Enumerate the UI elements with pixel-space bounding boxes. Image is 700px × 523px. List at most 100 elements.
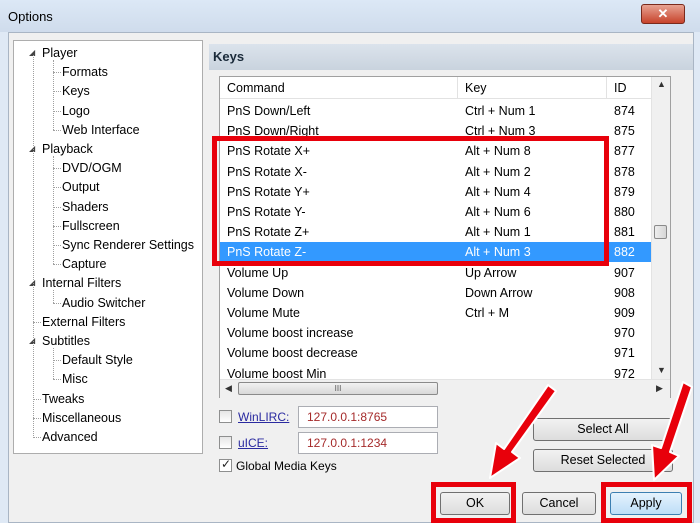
winlirc-link[interactable]: WinLIRC:: [238, 410, 289, 424]
id-cell: 971: [614, 346, 635, 361]
page-title: Keys: [213, 49, 245, 64]
command-cell: PnS Rotate X-: [227, 164, 307, 179]
expand-toggle-icon[interactable]: ◢: [29, 140, 39, 158]
key-cell: Alt + Num 3: [465, 245, 531, 260]
tree-connector: [33, 437, 41, 438]
tree-connector: [53, 264, 61, 266]
tree-item[interactable]: Output: [62, 178, 100, 196]
table-row[interactable]: PnS Rotate X- Alt + Num 2 878: [220, 162, 653, 182]
tree-item[interactable]: Web Interface: [62, 121, 140, 139]
tree-item[interactable]: Capture: [62, 255, 106, 273]
tree-item[interactable]: Default Style: [62, 351, 133, 369]
tree-item[interactable]: Formats: [62, 63, 108, 81]
column-header[interactable]: Key: [458, 77, 607, 99]
command-cell: Volume Mute: [227, 306, 300, 320]
global-media-keys-label: Global Media Keys: [236, 459, 337, 473]
expand-toggle-icon[interactable]: ◢: [29, 274, 39, 292]
tree-item[interactable]: Advanced: [42, 428, 98, 446]
id-cell: 882: [614, 245, 635, 260]
command-cell: Volume Down: [227, 285, 305, 300]
id-cell: 879: [614, 184, 635, 199]
tree-item[interactable]: Misc: [62, 370, 88, 388]
tree-item[interactable]: DVD/OGM: [62, 159, 122, 177]
table-row[interactable]: PnS Rotate Z- Alt + Num 3 882: [220, 242, 653, 263]
tree-connector: [53, 168, 61, 170]
table-row[interactable]: Volume boost increase 970: [220, 323, 653, 343]
close-button[interactable]: ✕: [641, 4, 685, 24]
scroll-right-icon[interactable]: ▶: [656, 383, 663, 394]
tree-item[interactable]: Keys: [62, 82, 90, 100]
uice-link[interactable]: uICE:: [238, 436, 268, 450]
table-row[interactable]: PnS Down/Right Ctrl + Num 3 875: [220, 121, 653, 141]
apply-button[interactable]: Apply: [610, 492, 682, 515]
uice-checkbox[interactable]: [219, 436, 232, 449]
scroll-up-icon[interactable]: ▲: [657, 79, 666, 89]
table-row[interactable]: PnS Rotate Z+ Alt + Num 1 881: [220, 222, 653, 242]
tree-connector: [53, 348, 54, 380]
id-cell: 907: [614, 265, 635, 280]
key-cell: Alt + Num 4: [465, 184, 531, 199]
tree-connector: [33, 55, 34, 438]
vertical-scrollbar[interactable]: ▲ ▼: [651, 77, 670, 379]
table-row[interactable]: PnS Rotate Y- Alt + Num 6 880: [220, 202, 653, 222]
command-cell: Volume Up: [227, 265, 289, 280]
grip-icon: III: [334, 384, 342, 393]
keys-table[interactable]: Command Key ID PnS Down/Left Ctrl + Num 1 87…: [219, 76, 671, 398]
expand-toggle-icon[interactable]: ◢: [29, 332, 39, 350]
table-row[interactable]: PnS Rotate X+ Alt + Num 8 877: [220, 141, 653, 161]
tree-connector: [53, 129, 61, 131]
tree-item[interactable]: Tweaks: [42, 390, 84, 408]
tree-connector: [53, 60, 54, 130]
tree-item[interactable]: Miscellaneous: [42, 409, 121, 427]
table-row[interactable]: Volume Up Up Arrow 907: [220, 263, 653, 283]
table-row[interactable]: Volume Down Down Arrow 908: [220, 283, 653, 303]
tree-item[interactable]: Fullscreen: [62, 217, 120, 235]
column-header[interactable]: ID: [607, 77, 653, 99]
scroll-down-icon[interactable]: ▼: [657, 365, 666, 375]
id-cell: 909: [614, 306, 635, 320]
tree-item[interactable]: Logo: [62, 102, 90, 120]
column-header[interactable]: Command: [220, 77, 458, 99]
key-cell: [458, 323, 607, 343]
horizontal-scrollbar[interactable]: ◀ III ▶: [220, 379, 670, 398]
horizontal-scroll-thumb[interactable]: III: [238, 382, 438, 395]
command-cell: PnS Rotate X+: [227, 144, 311, 159]
command-cell: Volume boost increase: [227, 326, 354, 341]
key-cell: Alt + Num 1: [465, 225, 531, 240]
id-cell: 881: [614, 225, 635, 240]
cancel-button[interactable]: Cancel: [522, 492, 596, 515]
page-header: Keys: [209, 44, 693, 70]
tree-item[interactable]: Audio Switcher: [62, 294, 145, 312]
tree-item[interactable]: Shaders: [62, 198, 109, 216]
table-row[interactable]: Volume boost decrease 971: [220, 343, 653, 363]
id-cell: 877: [614, 144, 635, 159]
expand-toggle-icon[interactable]: ◢: [29, 44, 39, 62]
tree-connector: [53, 156, 54, 265]
uice-address-field[interactable]: 127.0.0.1:1234: [298, 432, 438, 454]
winlirc-address-field[interactable]: 127.0.0.1:8765: [298, 406, 438, 428]
select-all-button[interactable]: Select All: [533, 418, 673, 441]
command-cell: Volume boost decrease: [227, 346, 358, 361]
table-row[interactable]: Volume Mute Ctrl + M 909: [220, 303, 653, 323]
tree-item[interactable]: Sync Renderer Settings: [62, 236, 194, 254]
tree-item[interactable]: Playback: [42, 140, 93, 158]
table-row[interactable]: PnS Rotate Y+ Alt + Num 4 879: [220, 182, 653, 202]
scroll-left-icon[interactable]: ◀: [225, 383, 232, 394]
tree-connector: [33, 417, 41, 419]
reset-selected-button[interactable]: Reset Selected: [533, 449, 673, 472]
tree-connector: [33, 321, 41, 323]
tree-item[interactable]: Subtitles: [42, 332, 90, 350]
ok-button[interactable]: OK: [440, 492, 510, 515]
tree-connector: [53, 91, 61, 93]
tree-item[interactable]: External Filters: [42, 313, 125, 331]
command-cell: PnS Rotate Y-: [227, 205, 306, 219]
global-media-keys-checkbox[interactable]: ✓: [219, 457, 232, 472]
vertical-scroll-thumb[interactable]: [654, 225, 667, 239]
tree-connector: [53, 110, 61, 112]
table-row[interactable]: PnS Down/Left Ctrl + Num 1 874: [220, 101, 653, 121]
key-cell: Ctrl + M: [465, 306, 510, 320]
winlirc-checkbox[interactable]: [219, 410, 232, 423]
tree-item[interactable]: Player: [42, 44, 77, 62]
title-bar[interactable]: Options ✕: [0, 0, 700, 32]
options-tree[interactable]: ◢ Player Formats Keys Logo Web Interface ◢ Play…: [13, 40, 203, 454]
